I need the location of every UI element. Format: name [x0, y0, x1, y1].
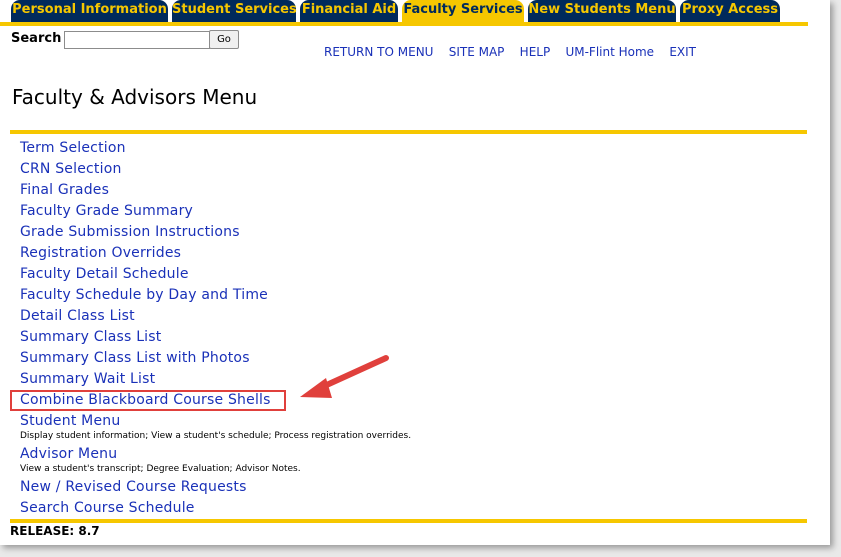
tab-personal-information[interactable]: Personal Information: [11, 0, 168, 22]
search-label: Search: [11, 31, 62, 46]
title-divider: [10, 130, 807, 134]
highlight-box: [10, 390, 286, 411]
tab-financial-aid[interactable]: Financial Aid: [300, 0, 398, 22]
menu-link-advisor-menu[interactable]: Advisor Menu: [20, 446, 117, 462]
go-button[interactable]: Go: [209, 30, 239, 49]
tab-student-services[interactable]: Student Services: [172, 0, 297, 22]
top-links: RETURN TO MENU SITE MAP HELP UM-Flint Ho…: [324, 45, 696, 59]
release-version: RELEASE: 8.7: [10, 524, 100, 538]
menu-link-term-selection[interactable]: Term Selection: [20, 140, 126, 156]
page-title: Faculty & Advisors Menu: [12, 85, 258, 109]
tab-bar-underline: [0, 22, 808, 26]
menu-link-new-revised-course-requests[interactable]: New / Revised Course Requests: [20, 479, 247, 495]
menu-link-detail-class-list[interactable]: Detail Class List: [20, 308, 135, 324]
return-to-menu-link[interactable]: RETURN TO MENU: [324, 45, 433, 59]
annotation-arrow-icon: [300, 355, 389, 398]
menu-link-faculty-schedule-by-day-and-time[interactable]: Faculty Schedule by Day and Time: [20, 287, 268, 303]
tab-new-students-menu[interactable]: New Students Menu: [528, 0, 676, 22]
footer-divider: [10, 519, 807, 523]
menu-link-grade-submission-instructions[interactable]: Grade Submission Instructions: [20, 224, 240, 240]
menu-link-crn-selection[interactable]: CRN Selection: [20, 161, 122, 177]
um-flint-home-link[interactable]: UM-Flint Home: [565, 45, 654, 59]
browser-page: Personal Information Student Services Fi…: [0, 0, 830, 545]
menu-link-summary-wait-list[interactable]: Summary Wait List: [20, 371, 155, 387]
exit-link[interactable]: EXIT: [669, 45, 696, 59]
menu-link-summary-class-list[interactable]: Summary Class List: [20, 329, 161, 345]
advisor-menu-description: View a student's transcript; Degree Eval…: [20, 464, 301, 474]
menu-link-student-menu[interactable]: Student Menu: [20, 413, 120, 429]
help-link[interactable]: HELP: [520, 45, 551, 59]
menu-link-registration-overrides[interactable]: Registration Overrides: [20, 245, 181, 261]
site-map-link[interactable]: SITE MAP: [449, 45, 505, 59]
menu-link-search-course-schedule[interactable]: Search Course Schedule: [20, 500, 195, 516]
menu-link-faculty-detail-schedule[interactable]: Faculty Detail Schedule: [20, 266, 189, 282]
search-input[interactable]: [64, 31, 210, 49]
menu-link-final-grades[interactable]: Final Grades: [20, 182, 109, 198]
student-menu-description: Display student information; View a stud…: [20, 431, 412, 441]
menu-link-summary-class-list-with-photos[interactable]: Summary Class List with Photos: [20, 350, 250, 366]
tab-bar: Personal Information Student Services Fi…: [0, 0, 830, 26]
tab-proxy-access[interactable]: Proxy Access: [680, 0, 780, 22]
menu-link-faculty-grade-summary[interactable]: Faculty Grade Summary: [20, 203, 193, 219]
